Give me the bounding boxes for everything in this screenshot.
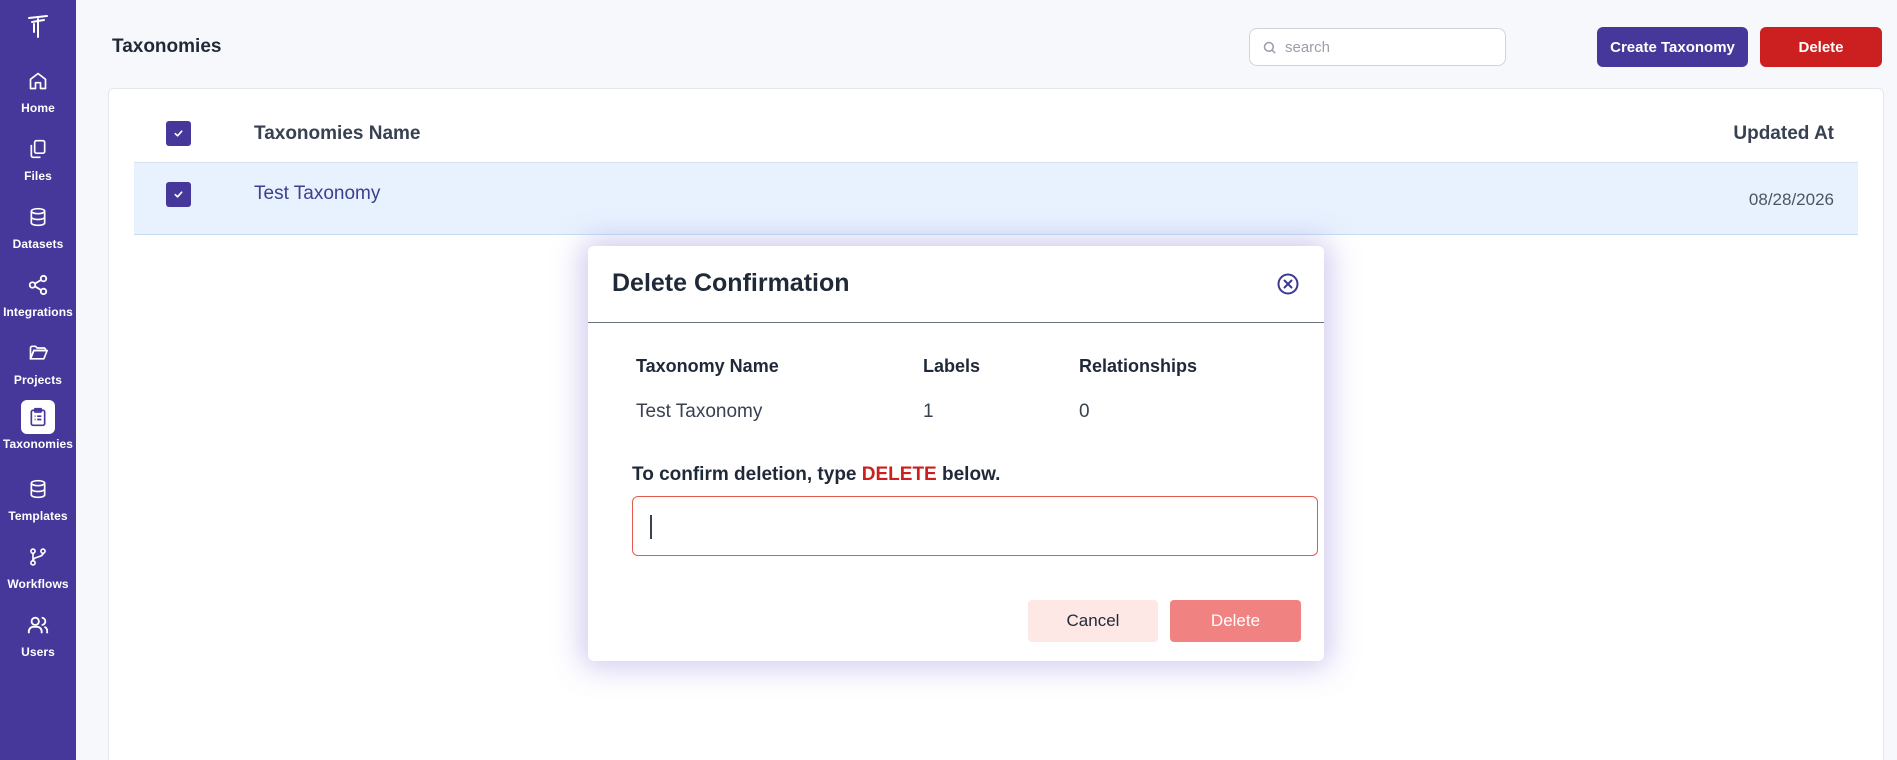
sidebar-item-label: Workflows — [7, 577, 69, 591]
sidebar-item-label: Files — [24, 169, 52, 183]
sidebar-item-label: Templates — [8, 509, 68, 523]
sidebar-item-projects[interactable]: Projects — [0, 336, 76, 400]
check-icon — [174, 130, 183, 137]
database-icon — [21, 200, 55, 234]
delete-button[interactable]: Delete — [1760, 27, 1882, 67]
sidebar-item-users[interactable]: Users — [0, 608, 76, 672]
confirm-instruction: To confirm deletion, type DELETE below. — [632, 464, 1000, 486]
modal-column-taxonomy-name: Taxonomy Name — [636, 356, 779, 376]
git-branch-icon — [21, 540, 55, 574]
sidebar-item-label: Integrations — [3, 305, 73, 319]
sidebar-item-label: Users — [21, 645, 55, 659]
confirm-prefix: To confirm deletion, type — [632, 464, 862, 485]
confirm-suffix: below. — [936, 464, 1001, 485]
sidebar-item-workflows[interactable]: Workflows — [0, 540, 76, 604]
page-title: Taxonomies — [112, 36, 222, 57]
sidebar-item-label: Taxonomies — [2, 437, 74, 451]
sidebar-item-label: Projects — [13, 373, 63, 387]
select-all-checkbox[interactable] — [166, 121, 191, 146]
modal-value-relationships: 0 — [1079, 401, 1090, 422]
table-row[interactable]: Test Taxonomy 08/28/2026 — [134, 163, 1858, 235]
sidebar-item-taxonomies[interactable]: Taxonomies — [0, 400, 76, 464]
create-taxonomy-button[interactable]: Create Taxonomy — [1597, 27, 1748, 67]
column-header-name[interactable]: Taxonomies Name — [254, 123, 420, 145]
row-checkbox[interactable] — [166, 182, 191, 207]
modal-value-labels: 1 — [923, 401, 934, 422]
database-icon — [21, 472, 55, 506]
sidebar-item-templates[interactable]: Templates — [0, 472, 76, 536]
files-icon — [21, 132, 55, 166]
modal-column-labels: Labels — [923, 356, 981, 376]
app-logo-icon[interactable] — [24, 12, 52, 40]
column-header-updated-at[interactable]: Updated At — [1733, 123, 1834, 145]
modal-value-taxonomy-name: Test Taxonomy — [636, 401, 763, 422]
sidebar-item-integrations[interactable]: Integrations — [0, 268, 76, 332]
check-icon — [174, 191, 183, 198]
home-icon — [21, 64, 55, 98]
confirm-keyword: DELETE — [861, 464, 937, 485]
modal-divider — [588, 322, 1324, 323]
sidebar-item-label: Datasets — [12, 237, 64, 251]
confirm-delete-input[interactable] — [632, 496, 1318, 556]
delete-confirmation-modal: Delete Confirmation Taxonomy Name Labels… — [588, 246, 1324, 661]
folder-icon — [21, 336, 55, 370]
sidebar-item-label: Home — [21, 101, 55, 115]
clipboard-icon — [21, 400, 55, 434]
taxonomy-name-link[interactable]: Test Taxonomy — [254, 183, 380, 205]
sidebar: Home Files Datasets Integrations Project… — [0, 0, 76, 760]
updated-at-cell: 08/28/2026 — [1748, 190, 1834, 209]
sidebar-item-home[interactable]: Home — [0, 64, 76, 128]
search-placeholder: search — [1285, 38, 1331, 56]
cancel-button[interactable]: Cancel — [1028, 600, 1158, 642]
search-input[interactable]: search — [1249, 28, 1506, 66]
sidebar-item-datasets[interactable]: Datasets — [0, 200, 76, 264]
users-icon — [21, 608, 55, 642]
modal-title: Delete Confirmation — [612, 269, 850, 297]
text-caret — [650, 515, 652, 539]
close-icon[interactable] — [1276, 272, 1300, 296]
share-icon — [21, 268, 55, 302]
search-icon — [1263, 41, 1276, 54]
confirm-delete-button[interactable]: Delete — [1170, 600, 1301, 642]
modal-column-relationships: Relationships — [1079, 356, 1198, 376]
sidebar-item-files[interactable]: Files — [0, 132, 76, 196]
